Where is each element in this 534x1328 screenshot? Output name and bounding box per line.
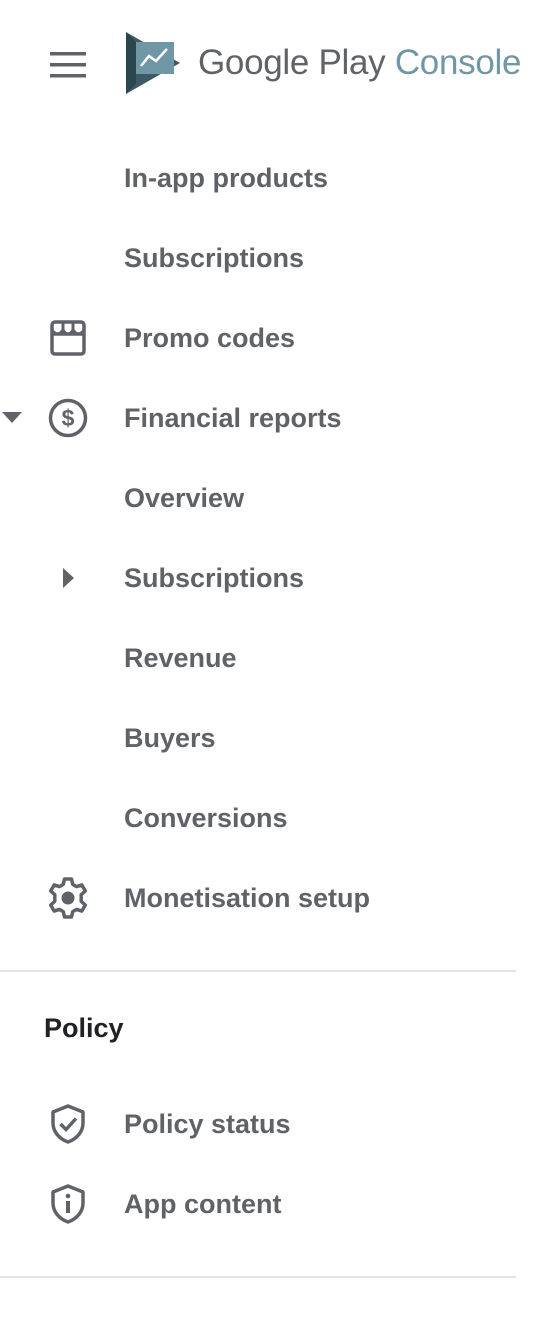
sidebar-item-label: Revenue [124,643,237,673]
shield-info-icon [44,1182,92,1226]
brand-console: Console [394,43,522,82]
sidebar-item-revenue[interactable]: Revenue [0,618,534,698]
sidebar-item-financial-reports[interactable]: $ Financial reports [0,378,534,458]
sidebar-item-label: Promo codes [124,323,296,353]
sidebar-item-label: Overview [124,483,245,513]
brand-google-play: Google Play [198,43,386,82]
sidebar-item-label: Conversions [124,803,288,833]
sidebar-item-buyers[interactable]: Buyers [0,698,534,778]
google-play-console-logo[interactable] [122,30,184,96]
storefront-icon [44,316,92,360]
sidebar-item-subscriptions[interactable]: Subscriptions [0,218,534,298]
app-header: Google Play Console [0,0,534,128]
sidebar-item-promo-codes[interactable]: Promo codes [0,298,534,378]
sidebar-item-conversions[interactable]: Conversions [0,778,534,858]
section-title-policy: Policy [44,1013,124,1043]
sidebar-item-in-app-products[interactable]: In-app products [0,138,534,218]
dollar-circle-icon: $ [44,396,92,440]
policy-nav: Policy status App content [0,1084,534,1244]
sidebar-nav: In-app products Subscriptions Promo code… [0,138,534,938]
sidebar-item-label: In-app products [124,163,328,193]
sidebar-item-label: Monetisation setup [124,883,371,913]
brand-name: Google Play Console [198,40,521,86]
sidebar-item-label: App content [124,1189,282,1219]
sidebar-item-label: Buyers [124,723,216,753]
sidebar-item-label: Financial reports [124,403,342,433]
sidebar-item-app-content[interactable]: App content [0,1164,534,1244]
sidebar-item-policy-status[interactable]: Policy status [0,1084,534,1164]
sidebar-item-monetisation-setup[interactable]: Monetisation setup [0,858,534,938]
sidebar-item-subscriptions-report[interactable]: Subscriptions [0,538,534,618]
sidebar-item-overview[interactable]: Overview [0,458,534,538]
shield-check-icon [44,1102,92,1146]
caret-down-icon[interactable] [2,378,22,458]
sidebar-item-label: Subscriptions [124,243,305,273]
caret-right-icon[interactable] [63,538,75,618]
gear-icon [44,876,92,920]
svg-text:$: $ [62,405,75,431]
sidebar-item-label: Subscriptions [124,563,305,593]
sidebar-item-label: Policy status [124,1109,291,1139]
divider [0,970,516,972]
hamburger-menu-icon[interactable] [40,40,96,90]
divider [0,1276,516,1278]
